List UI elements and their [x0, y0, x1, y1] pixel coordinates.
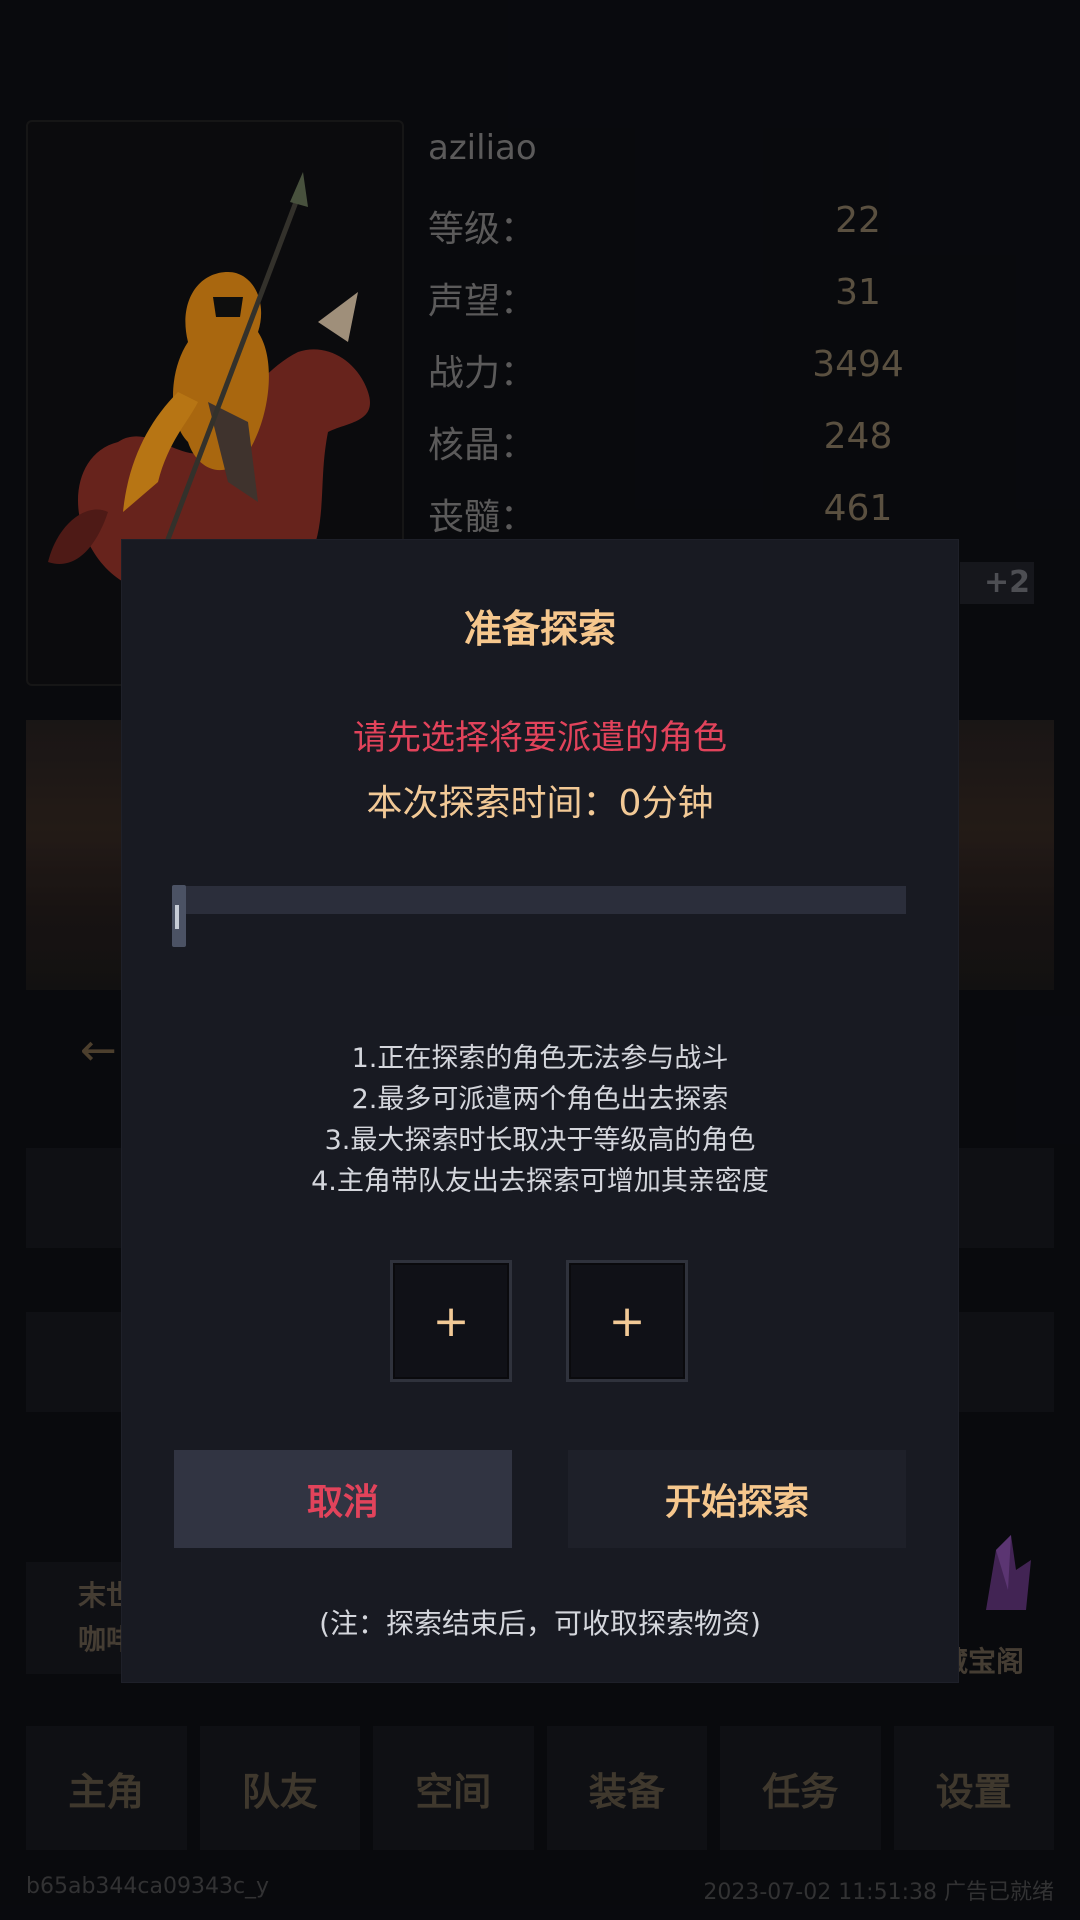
rule-item: 1.正在探索的角色无法参与战斗 — [351, 1043, 729, 1074]
warning-text: 请先选择将要派遣的角色 — [353, 718, 727, 758]
start-explore-button[interactable]: 开始探索 — [568, 1450, 906, 1548]
dialog-title: 准备探索 — [463, 607, 616, 651]
explore-time-text: 本次探索时间：0分钟 — [366, 783, 714, 824]
rule-item: 3.最大探索时长取决于等级高的角色 — [324, 1125, 756, 1156]
plus-icon: + — [608, 1295, 646, 1347]
explore-dialog: 准备探索 请先选择将要派遣的角色 本次探索时间：0分钟 1.正在探索的角色无法参… — [122, 540, 958, 1682]
plus-icon: + — [432, 1295, 470, 1347]
time-slider-handle[interactable] — [172, 885, 186, 947]
time-slider-track[interactable] — [174, 886, 906, 914]
character-slot-2[interactable]: + — [566, 1260, 688, 1382]
rules-list: 1.正在探索的角色无法参与战斗 2.最多可派遣两个角色出去探索 3.最大探索时长… — [122, 1038, 958, 1202]
rule-item: 2.最多可派遣两个角色出去探索 — [351, 1084, 729, 1115]
character-slot-1[interactable]: + — [390, 1260, 512, 1382]
cancel-button[interactable]: 取消 — [174, 1450, 512, 1548]
rule-item: 4.主角带队友出去探索可增加其亲密度 — [311, 1166, 769, 1197]
dialog-note: (注：探索结束后，可收取探索物资) — [319, 1607, 761, 1640]
